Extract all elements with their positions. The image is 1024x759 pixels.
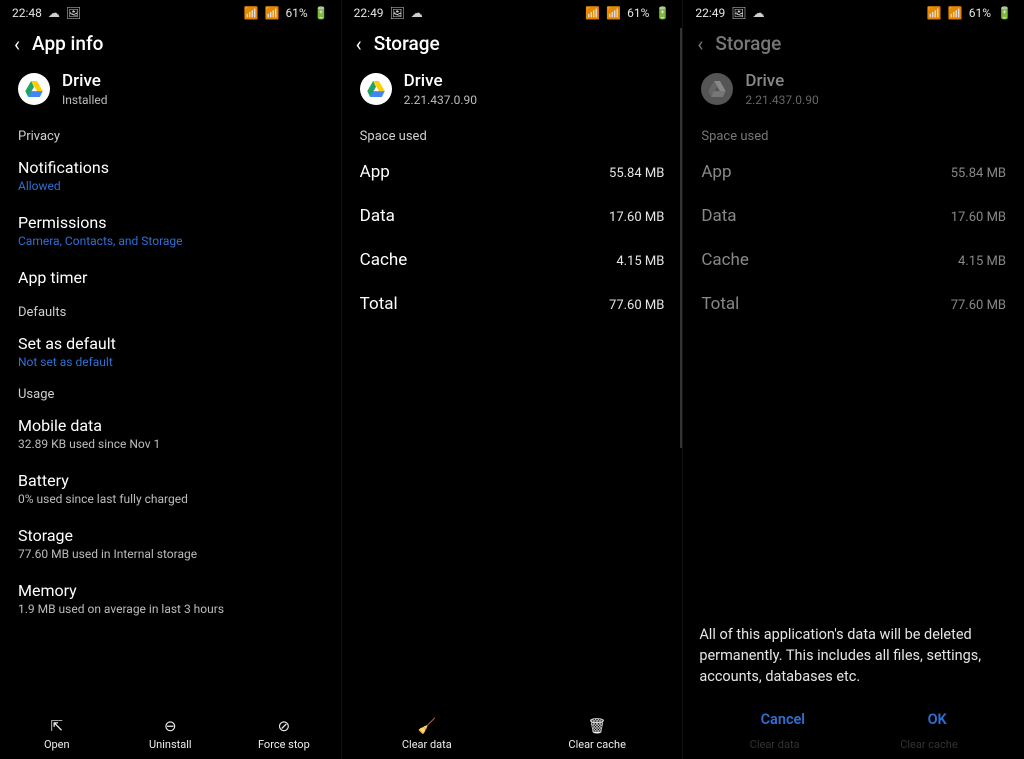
ghost-bottom-bar: Clear dataClear cache (699, 738, 1008, 751)
back-icon[interactable]: ‹ (356, 34, 362, 54)
title-bar: ‹ App info (0, 22, 341, 69)
cloud-icon: ☁ (48, 6, 60, 20)
dialog-message: All of this application's data will be d… (699, 624, 1008, 705)
item-battery[interactable]: Battery 0% used since last fully charged (0, 463, 341, 518)
item-app-timer[interactable]: App timer (0, 260, 341, 299)
pane-storage-dialog: 22:49 🖼 ☁ 📶 📶 61% 🔋 ‹ Storage Drive 2.21… (682, 0, 1024, 759)
pane-storage: 22:49 🖼 ☁ 📶 📶 61% 🔋 ‹ Storage Drive 2.21… (341, 0, 683, 759)
bottom-bar: ⇱Open ⊖Uninstall ⊘Force stop (0, 713, 341, 759)
cloud-icon: ☁ (752, 6, 764, 20)
section-usage: Usage (0, 381, 341, 408)
drive-icon (701, 73, 733, 105)
image-icon: 🖼 (731, 6, 746, 20)
section-defaults: Defaults (0, 299, 341, 326)
battery-percent: 61% (627, 6, 649, 20)
row-app: App55.84 MB (342, 150, 683, 194)
app-name: Drive (404, 71, 477, 91)
image-icon: 🖼 (66, 6, 81, 20)
row-cache: Cache4.15 MB (683, 238, 1024, 282)
status-time: 22:48 (12, 6, 42, 20)
battery-icon: 🔋 (655, 6, 670, 20)
pane-app-info: 22:48 ☁ 🖼 📶 📶 61% 🔋 ‹ App info Drive Ins… (0, 0, 341, 759)
app-header: Drive Installed (0, 69, 341, 119)
image-icon: 🖼 (390, 6, 405, 20)
signal-icon: 📶 (606, 6, 621, 20)
app-name: Drive (745, 71, 818, 91)
title-bar: ‹ Storage (683, 22, 1024, 69)
ok-button[interactable]: OK (928, 711, 947, 728)
uninstall-button[interactable]: ⊖Uninstall (136, 719, 204, 751)
row-data: Data17.60 MB (683, 194, 1024, 238)
row-app: App55.84 MB (683, 150, 1024, 194)
battery-percent: 61% (969, 6, 991, 20)
section-space-used: Space used (342, 119, 683, 150)
status-time: 22:49 (354, 6, 384, 20)
wifi-icon: 📶 (927, 6, 942, 20)
cancel-button[interactable]: Cancel (761, 711, 806, 728)
wifi-icon: 📶 (244, 6, 259, 20)
open-button[interactable]: ⇱Open (23, 719, 91, 751)
app-version: 2.21.437.0.90 (404, 93, 477, 107)
section-space-used: Space used (683, 119, 1024, 150)
item-memory[interactable]: Memory 1.9 MB used on average in last 3 … (0, 573, 341, 628)
battery-icon: 🔋 (997, 6, 1012, 20)
force-stop-button[interactable]: ⊘Force stop (250, 719, 318, 751)
app-subtitle: Installed (62, 93, 108, 107)
back-icon[interactable]: ‹ (14, 34, 20, 54)
signal-icon: 📶 (264, 6, 279, 20)
row-cache: Cache4.15 MB (342, 238, 683, 282)
item-set-default[interactable]: Set as default Not set as default (0, 326, 341, 381)
item-storage[interactable]: Storage 77.60 MB used in Internal storag… (0, 518, 341, 573)
status-bar: 22:48 ☁ 🖼 📶 📶 61% 🔋 (0, 0, 341, 22)
clear-cache-icon: 🗑 (588, 719, 607, 734)
item-permissions[interactable]: Permissions Camera, Contacts, and Storag… (0, 205, 341, 260)
row-total: Total77.60 MB (342, 282, 683, 326)
row-data: Data17.60 MB (342, 194, 683, 238)
status-bar: 22:49 🖼 ☁ 📶 📶 61% 🔋 (683, 0, 1024, 22)
title-bar: ‹ Storage (342, 22, 683, 69)
battery-icon: 🔋 (314, 6, 329, 20)
drive-icon (360, 73, 392, 105)
cloud-icon: ☁ (411, 6, 423, 20)
clear-cache-button[interactable]: 🗑Clear cache (563, 719, 631, 751)
app-header: Drive 2.21.437.0.90 (683, 69, 1024, 119)
battery-percent: 61% (285, 6, 307, 20)
item-notifications[interactable]: Notifications Allowed (0, 150, 341, 205)
app-header: Drive 2.21.437.0.90 (342, 69, 683, 119)
uninstall-icon: ⊖ (164, 719, 177, 734)
back-icon: ‹ (697, 34, 703, 54)
confirm-dialog: All of this application's data will be d… (699, 624, 1008, 751)
signal-icon: 📶 (948, 6, 963, 20)
row-total: Total77.60 MB (683, 282, 1024, 326)
section-privacy: Privacy (0, 119, 341, 150)
item-mobile-data[interactable]: Mobile data 32.89 KB used since Nov 1 (0, 408, 341, 463)
wifi-icon: 📶 (585, 6, 600, 20)
app-version: 2.21.437.0.90 (745, 93, 818, 107)
clear-data-button[interactable]: 🧹Clear data (393, 719, 461, 751)
page-title: Storage (715, 32, 781, 55)
bottom-bar: 🧹Clear data 🗑Clear cache (342, 713, 683, 759)
page-title: Storage (374, 32, 440, 55)
status-bar: 22:49 🖼 ☁ 📶 📶 61% 🔋 (342, 0, 683, 22)
force-stop-icon: ⊘ (278, 719, 291, 734)
app-name: Drive (62, 71, 108, 91)
status-time: 22:49 (695, 6, 725, 20)
clear-data-icon: 🧹 (417, 719, 436, 734)
open-icon: ⇱ (50, 719, 63, 734)
page-title: App info (32, 32, 103, 55)
drive-icon (18, 73, 50, 105)
